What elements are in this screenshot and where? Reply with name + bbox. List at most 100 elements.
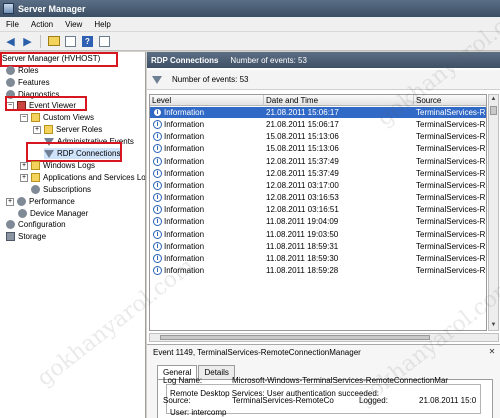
table-row[interactable]: i Information 11.08.2011 18:59:31 TerminalS… [150, 241, 486, 252]
close-icon[interactable]: ✕ [487, 347, 497, 357]
up-folder-icon[interactable] [46, 34, 61, 49]
tab-details[interactable]: Details [198, 365, 235, 379]
cell-source: TerminalServices-R [416, 205, 486, 215]
table-row[interactable]: i Information 11.08.2011 19:03:50 TerminalS… [150, 229, 486, 240]
table-row[interactable]: i Information 21.08.2011 15:06:17 TerminalS… [150, 107, 486, 119]
grid-vertical-scrollbar[interactable]: ▲ ▼ [488, 94, 499, 331]
tree-item-label: Subscriptions [43, 185, 92, 194]
scroll-down-icon[interactable]: ▼ [489, 321, 498, 330]
cell-date: 11.08.2011 18:59:30 [266, 253, 339, 263]
tree-item-label: Device Manager [30, 209, 89, 218]
subscriptions-icon [31, 185, 40, 194]
logged-value: 21.08.2011 15:0 [419, 396, 477, 405]
tree-item-label: Storage [18, 232, 47, 241]
expand-icon[interactable]: + [6, 197, 14, 206]
cell-source: TerminalServices-R [416, 229, 486, 239]
back-arrow-icon[interactable]: ◀ [3, 34, 18, 49]
features-icon [6, 78, 15, 87]
table-row[interactable]: i Information 12.08.2011 15:37:49 TerminalS… [150, 168, 486, 179]
cell-source: TerminalServices-R [416, 241, 486, 251]
tree-item-subscriptions[interactable]: Subscriptions [31, 184, 91, 195]
folder-icon [44, 125, 53, 134]
filter-bar: Number of events: 53 [147, 70, 500, 90]
tree-item-windows-logs[interactable]: + Windows Logs [20, 160, 95, 171]
expand-icon[interactable]: + [20, 173, 28, 182]
cell-level: Information [164, 193, 205, 203]
tree-item-roles[interactable]: Roles [6, 65, 38, 76]
pane-title: RDP Connections [151, 55, 219, 65]
tree-item-performance[interactable]: + Performance [6, 196, 75, 207]
show-hide-tree-icon[interactable] [63, 34, 78, 49]
cell-date: 15.08.2011 15:13:06 [266, 132, 339, 142]
scroll-up-icon[interactable]: ▲ [489, 95, 498, 104]
roles-icon [6, 66, 15, 75]
cell-level: Information [164, 265, 205, 275]
cell-level: Information [164, 229, 205, 239]
column-header-source[interactable]: Source [414, 95, 486, 106]
scroll-thumb[interactable] [490, 106, 497, 115]
menu-help[interactable]: Help [88, 20, 116, 29]
grid-horizontal-scrollbar[interactable] [149, 333, 499, 342]
event-message-user: User: intercomp [170, 408, 227, 417]
table-row[interactable]: i Information 12.08.2011 03:16:53 TerminalS… [150, 192, 486, 203]
cell-level: Information [164, 241, 205, 251]
cell-source: TerminalServices-R [416, 193, 486, 203]
event-detail-title: Event 1149, TerminalServices-RemoteConne… [153, 348, 361, 357]
cell-level: Information [164, 132, 205, 142]
scroll-thumb[interactable] [160, 335, 430, 340]
tree-item-storage[interactable]: Storage [6, 231, 46, 242]
tree-item-device-manager[interactable]: Device Manager [18, 208, 88, 219]
cell-level: Information [164, 205, 205, 215]
cell-date: 11.08.2011 19:04:09 [266, 217, 339, 227]
cell-source: TerminalServices-R [416, 217, 486, 227]
table-row[interactable]: i Information 15.08.2011 15:13:06 TerminalS… [150, 131, 486, 142]
cell-level: Information [164, 156, 205, 166]
tree-item-custom-views[interactable]: − Custom Views [20, 112, 94, 123]
table-row[interactable]: i Information 11.08.2011 18:59:28 TerminalS… [150, 265, 486, 276]
cell-source: TerminalServices-R [416, 168, 486, 178]
table-row[interactable]: i Information 12.08.2011 15:37:49 TerminalS… [150, 156, 486, 167]
cell-source: TerminalServices-R [416, 132, 486, 142]
cell-source: TerminalServices-R [416, 144, 486, 154]
column-header-date[interactable]: Date and Time [264, 95, 414, 106]
help-icon[interactable]: ? [80, 34, 95, 49]
folder-icon [31, 173, 40, 182]
expand-icon[interactable]: + [33, 125, 41, 134]
cell-level: Information [164, 168, 205, 178]
navigation-tree: Server Manager (HVHOST) Roles Features D… [0, 52, 146, 418]
content-pane: RDP Connections Number of events: 53 Num… [147, 52, 500, 418]
table-row[interactable]: i Information 11.08.2011 19:04:09 TerminalS… [150, 216, 486, 227]
information-icon: i [153, 156, 162, 166]
tree-item-configuration[interactable]: Configuration [6, 219, 66, 230]
tree-item-applications-and-services[interactable]: + Applications and Services Lo [20, 172, 145, 183]
folder-icon [31, 113, 40, 122]
collapse-icon[interactable]: − [20, 113, 28, 122]
table-row[interactable]: i Information 15.08.2011 15:13:06 TerminalS… [150, 143, 486, 154]
table-row[interactable]: i Information 12.08.2011 03:16:51 TerminalS… [150, 204, 486, 215]
expand-icon[interactable]: + [20, 161, 28, 170]
tree-item-server-roles[interactable]: + Server Roles [33, 124, 102, 135]
tree-item-label: Configuration [18, 220, 66, 229]
table-row[interactable]: i Information 21.08.2011 15:06:17 TerminalS… [150, 119, 486, 130]
cell-date: 12.08.2011 03:16:51 [266, 205, 339, 215]
information-icon: i [153, 193, 162, 203]
toolbar-separator [40, 34, 41, 48]
tree-item-label: Windows Logs [43, 161, 96, 170]
table-row[interactable]: i Information 11.08.2011 18:59:30 TerminalS… [150, 253, 486, 264]
cell-source: TerminalServices-R [416, 108, 486, 117]
tree-item-features[interactable]: Features [6, 77, 50, 88]
cell-date: 21.08.2011 15:06:17 [266, 120, 339, 130]
menu-file[interactable]: File [0, 20, 25, 29]
menu-view[interactable]: View [59, 20, 88, 29]
forward-arrow-icon[interactable]: ▶ [20, 34, 35, 49]
table-row[interactable]: i Information 12.08.2011 03:17:00 TerminalS… [150, 180, 486, 191]
properties-icon[interactable] [97, 34, 112, 49]
information-icon: i [153, 108, 162, 117]
cell-date: 21.08.2011 15:06:17 [266, 108, 339, 117]
information-icon: i [153, 120, 162, 130]
source-value: TerminalServices-RemoteCo [232, 396, 334, 405]
menu-action[interactable]: Action [25, 20, 59, 29]
folder-icon [31, 161, 40, 170]
column-header-level[interactable]: Level [150, 95, 264, 106]
cell-date: 12.08.2011 03:16:53 [266, 193, 339, 203]
